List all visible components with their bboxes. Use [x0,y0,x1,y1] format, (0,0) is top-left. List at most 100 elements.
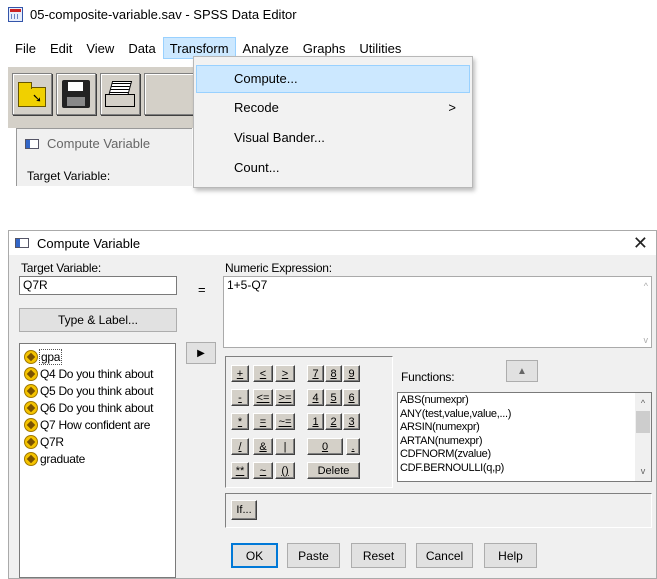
cancel-button[interactable]: Cancel [416,543,473,568]
scale-variable-icon [24,400,38,415]
chevron-up-icon: ^ [643,281,648,291]
key-delete-button[interactable]: Delete [307,462,360,479]
list-item[interactable]: Q7 How confident are [24,416,150,433]
menu-file[interactable]: File [8,37,43,59]
equals-sign: = [198,282,206,297]
key-greater-than-button[interactable]: > [275,365,295,382]
key-4-button[interactable]: 4 [307,389,324,406]
key-plus-button[interactable]: + [231,365,249,382]
variable-name: Q7 How confident are [40,417,151,432]
toolbar-button-partial[interactable] [144,73,194,115]
if-button[interactable]: If... [231,500,257,520]
key-not-button[interactable]: ~ [253,462,273,479]
key-9-button[interactable]: 9 [343,365,360,382]
target-variable-input[interactable]: Q7R [19,276,177,295]
submenu-arrow-icon: > [448,100,456,115]
print-button[interactable] [100,73,140,115]
scale-variable-icon [24,383,38,398]
scrollbar-thumb[interactable] [636,411,650,433]
key-minus-button[interactable]: - [231,389,249,406]
functions-scrollbar[interactable]: ^ v [635,393,651,481]
key-power-button[interactable]: ** [231,462,249,479]
key-or-button[interactable]: | [275,438,295,455]
list-item[interactable]: CDF.BERNOULLI(q,p) [400,462,649,476]
function-insert-button[interactable]: ▲ [506,360,538,382]
key-parentheses-button[interactable]: () [275,462,295,479]
menu-item-compute-label: Compute... [234,71,298,86]
list-item[interactable]: ABS(numexpr) [400,394,649,408]
list-item[interactable]: Q6 Do you think about [24,399,153,416]
key-decimal-button[interactable]: . [346,438,360,455]
numeric-expression-text: 1+5-Q7 [227,278,268,292]
key-not-equal-button[interactable]: ~= [275,413,295,430]
dialog-title: Compute Variable [37,235,141,251]
variable-name: Q6 Do you think about [40,400,154,415]
key-1-button[interactable]: 1 [307,413,324,430]
if-panel [225,493,652,528]
menu-item-visual-bander-label: Visual Bander... [234,130,325,145]
key-5-button[interactable]: 5 [325,389,342,406]
key-less-than-button[interactable]: < [253,365,273,382]
key-6-button[interactable]: 6 [343,389,360,406]
key-7-button[interactable]: 7 [307,365,324,382]
key-8-button[interactable]: 8 [325,365,342,382]
floppy-disk-icon [62,80,90,108]
menu-item-count[interactable]: Count... [196,154,470,182]
type-label-button[interactable]: Type & Label... [19,308,177,332]
variable-name: gpa [38,348,63,365]
list-item[interactable]: Q4 Do you think about [24,365,153,382]
source-variable-list[interactable]: gpa Q4 Do you think about Q5 Do you thin… [19,343,176,578]
help-button[interactable]: Help [484,543,537,568]
mini-target-variable-label: Target Variable: [27,169,111,183]
spss-data-editor-icon [8,6,23,22]
menu-item-compute[interactable]: Compute... [196,65,470,93]
list-item[interactable]: Q5 Do you think about [24,382,153,399]
numeric-expression-label: Numeric Expression: [225,261,332,275]
key-0-button[interactable]: 0 [307,438,343,455]
app-title-bar: 05-composite-variable.sav - SPSS Data Ed… [8,0,297,28]
variable-name: Q5 Do you think about [40,383,154,398]
paste-button[interactable]: Paste [287,543,340,568]
move-variable-button[interactable]: ▶ [186,342,216,364]
list-item[interactable]: CDFNORM(zvalue) [400,448,649,462]
list-item[interactable]: ARTAN(numexpr) [400,435,649,449]
scale-variable-icon [24,434,38,449]
toolbar: ➘ [8,66,198,128]
list-item[interactable]: Q7R [24,433,64,450]
key-and-button[interactable]: & [253,438,273,455]
key-3-button[interactable]: 3 [343,413,360,430]
menu-edit[interactable]: Edit [43,37,79,59]
functions-list[interactable]: ABS(numexpr) ANY(test,value,value,...) A… [397,392,652,482]
compute-variable-dialog-behind: Compute Variable Target Variable: [16,128,192,186]
save-button[interactable] [56,73,96,115]
target-variable-label: Target Variable: [21,261,101,275]
scale-variable-icon [24,417,38,432]
key-divide-button[interactable]: / [231,438,249,455]
menu-item-count-label: Count... [234,160,280,175]
list-item[interactable]: gpa [24,348,63,365]
menu-item-visual-bander[interactable]: Visual Bander... [196,124,470,152]
compute-variable-dialog: Compute Variable ✕ Target Variable: Q7R … [8,230,657,579]
list-item[interactable]: graduate [24,450,85,467]
list-item[interactable]: ANY(test,value,value,...) [400,408,649,422]
menu-view[interactable]: View [79,37,121,59]
menu-item-recode[interactable]: Recode > [196,94,470,122]
numeric-expression-input[interactable]: 1+5-Q7 ^ v [223,276,652,348]
chevron-up-icon[interactable]: ^ [635,396,651,410]
chevron-down-icon[interactable]: v [635,464,651,478]
menu-data[interactable]: Data [121,37,162,59]
key-greater-equal-button[interactable]: >= [275,389,295,406]
scale-variable-icon [24,451,38,466]
ok-button[interactable]: OK [231,543,278,568]
open-file-button[interactable]: ➘ [12,73,52,115]
close-icon[interactable]: ✕ [633,233,648,253]
key-equals-button[interactable]: = [253,413,273,430]
dialog-title-bar: Compute Variable ✕ [9,231,656,255]
key-multiply-button[interactable]: * [231,413,249,430]
reset-button[interactable]: Reset [351,543,406,568]
list-item[interactable]: ARSIN(numexpr) [400,421,649,435]
key-less-equal-button[interactable]: <= [253,389,273,406]
scale-variable-icon [24,366,38,381]
key-2-button[interactable]: 2 [325,413,342,430]
mini-dialog-title: Compute Variable [47,136,151,151]
